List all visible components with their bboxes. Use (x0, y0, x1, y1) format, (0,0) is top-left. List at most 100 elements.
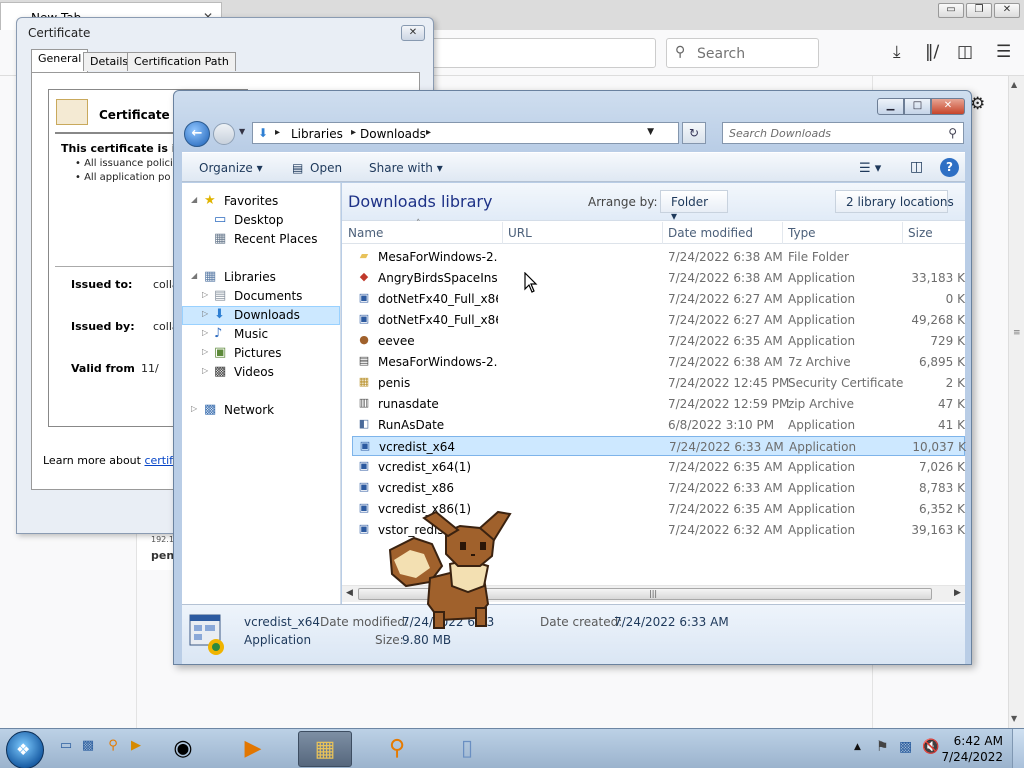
url-bar[interactable] (428, 38, 656, 68)
action-center-icon[interactable]: ⚑ (876, 739, 889, 755)
explorer-minimize-button[interactable]: ▁ (877, 98, 904, 115)
breadcrumb-downloads[interactable]: Downloads (360, 127, 426, 141)
column-divider[interactable] (662, 222, 663, 244)
nav-downloads[interactable]: ▷ ⬇ Downloads (182, 306, 340, 325)
file-row[interactable]: ◆ AngryBirdsSpaceIns... 7/24/2022 6:38 AM A… (352, 268, 965, 288)
breadcrumb-separator-icon[interactable]: ▸ (426, 127, 431, 138)
preview-pane-icon[interactable]: ◫ (910, 159, 923, 175)
explorer-close-button[interactable]: ✕ (931, 98, 965, 115)
scroll-down-icon[interactable]: ▼ (1011, 714, 1017, 723)
nav-libraries[interactable]: ◢ ▦ Libraries (182, 268, 340, 287)
tab-general[interactable]: General (31, 49, 89, 72)
nav-desktop[interactable]: ▭ Desktop (182, 211, 340, 230)
download-icon[interactable]: ⤓ (893, 42, 901, 62)
column-divider[interactable] (782, 222, 783, 244)
collapse-arrow-icon[interactable]: ◢ (191, 195, 197, 204)
file-row[interactable]: ▰ MesaForWindows-2... 7/24/2022 6:38 AM Fil… (352, 247, 965, 267)
taskbar-raccoon-app[interactable]: ◉ (156, 731, 210, 767)
expand-arrow-icon[interactable]: ▷ (202, 290, 208, 299)
arrange-by-dropdown[interactable]: Folder ▾ (660, 190, 728, 223)
file-row[interactable]: ● eevee 7/24/2022 6:35 AM Application 729 K (352, 331, 965, 351)
clock-time[interactable]: 6:42 AM (951, 734, 1003, 748)
nav-recent-places[interactable]: ▦ Recent Places (182, 230, 340, 249)
address-dropdown-icon[interactable]: ▼ (647, 127, 654, 137)
open-button[interactable]: Open (310, 161, 342, 175)
nav-documents[interactable]: ▷ ▤ Documents (182, 287, 340, 306)
library-icon[interactable]: ‖∕ (925, 42, 939, 62)
back-button[interactable]: ← (184, 121, 210, 147)
file-row[interactable]: ▥ runasdate 7/24/2022 12:59 PM zip Archive 4… (352, 394, 965, 414)
column-url[interactable]: URL (508, 226, 532, 240)
column-name[interactable]: Name (348, 226, 383, 240)
browser-minimize-button[interactable]: ▭ (938, 3, 964, 18)
file-row[interactable]: ▣ vcredist_x86 7/24/2022 6:33 AM Applicatio… (352, 478, 965, 498)
show-desktop-icon[interactable]: ▭ (58, 738, 74, 754)
expand-arrow-icon[interactable]: ▷ (202, 328, 208, 337)
search-input[interactable]: Search Downloads ⚲ (722, 122, 964, 144)
browser-close-button[interactable]: ✕ (994, 3, 1020, 18)
scroll-up-icon[interactable]: ▲ (1011, 80, 1017, 89)
nav-music[interactable]: ▷ ♪ Music (182, 325, 340, 344)
column-size[interactable]: Size (908, 226, 933, 240)
file-row[interactable]: ▣ dotNetFx40_Full_x86... 7/24/2022 6:27 AM… (352, 310, 965, 330)
expand-arrow-icon[interactable]: ▷ (202, 366, 208, 375)
recent-pages-icon[interactable]: ▼ (239, 127, 245, 136)
file-row[interactable]: ▦ penis 7/24/2022 12:45 PM Security Certifi… (352, 373, 965, 393)
taskbar-media-player[interactable]: ▶ (226, 731, 280, 767)
expand-arrow-icon[interactable]: ▷ (202, 347, 208, 356)
taskbar-document-app[interactable]: ▯ (440, 731, 494, 767)
file-row[interactable]: ▣ dotNetFx40_Full_x86... 7/24/2022 6:27 AM… (352, 289, 965, 309)
browser-search-box[interactable]: ⚲ Search (666, 38, 819, 68)
expand-arrow-icon[interactable]: ▷ (202, 309, 208, 318)
browser-scrollbar[interactable] (1008, 76, 1024, 728)
column-type[interactable]: Type (788, 226, 816, 240)
address-bar[interactable]: ⬇ ▸ Libraries ▸ Downloads ▸ ▼ (252, 122, 679, 144)
breadcrumb-separator-icon[interactable]: ▸ (275, 127, 280, 138)
scroll-grip-icon[interactable]: ≡ (1013, 328, 1021, 338)
switch-windows-icon[interactable]: ▩ (80, 738, 96, 754)
clock-date[interactable]: 7/24/2022 (938, 750, 1003, 764)
column-divider[interactable] (502, 222, 503, 244)
browser-restore-button[interactable]: ❐ (966, 3, 992, 18)
breadcrumb-separator-icon[interactable]: ▸ (351, 127, 356, 138)
breadcrumb-libraries[interactable]: Libraries (291, 127, 343, 141)
show-hidden-icons-icon[interactable]: ▲ (854, 742, 861, 752)
explorer-maximize-button[interactable]: □ (904, 98, 931, 115)
taskbar-explorer[interactable]: ▦ (298, 731, 352, 767)
file-row[interactable]: ◧ RunAsDate 6/8/2022 3:10 PM Application 41 … (352, 415, 965, 435)
file-name: RunAsDate (378, 418, 445, 432)
search-quicklaunch-icon[interactable]: ⚲ (105, 738, 121, 754)
taskbar-search-app[interactable]: ⚲ (370, 731, 424, 767)
collapse-arrow-icon[interactable]: ◢ (191, 271, 197, 280)
file-row[interactable]: ▣ vcredist_x64 7/24/2022 6:33 AM Applicatio… (352, 436, 966, 456)
column-date-modified[interactable]: Date modified (668, 226, 753, 240)
share-with-button[interactable]: Share with ▾ (369, 161, 443, 175)
library-locations-button[interactable]: 2 library locations (835, 190, 954, 213)
nav-videos[interactable]: ▷ ▩ Videos (182, 363, 340, 382)
refresh-button[interactable]: ↻ (682, 122, 706, 144)
show-desktop-button[interactable] (1012, 729, 1024, 768)
dialog-close-button[interactable]: ✕ (401, 25, 425, 41)
change-view-icon[interactable]: ☰ ▾ (859, 161, 881, 176)
file-date-modified: 7/24/2022 12:59 PM (668, 397, 790, 411)
file-row[interactable]: ▣ vcredist_x64(1) 7/24/2022 6:35 AM Applica… (352, 457, 965, 477)
volume-muted-icon[interactable]: 🔇 (922, 739, 939, 755)
tab-certification-path[interactable]: Certification Path (127, 52, 236, 71)
menu-icon[interactable]: ☰ (996, 42, 1011, 62)
help-button[interactable]: ? (940, 158, 959, 177)
start-button[interactable]: ❖ (6, 731, 44, 768)
nav-network[interactable]: ▷ ▩ Network (182, 401, 340, 420)
scroll-right-icon[interactable]: ▶ (954, 588, 961, 598)
nav-pictures[interactable]: ▷ ▣ Pictures (182, 344, 340, 363)
nav-favorites[interactable]: ◢ ★ Favorites (182, 192, 340, 211)
sidebar-icon[interactable]: ◫ (957, 42, 973, 62)
column-divider[interactable] (902, 222, 903, 244)
file-row[interactable]: ▤ MesaForWindows-2... 7/24/2022 6:38 AM 7z … (352, 352, 965, 372)
scroll-left-icon[interactable]: ◀ (346, 588, 353, 598)
organize-button[interactable]: Organize ▾ (199, 161, 263, 175)
gear-icon[interactable]: ⚙ (970, 94, 985, 114)
network-icon[interactable]: ▩ (899, 739, 912, 755)
forward-button[interactable] (213, 123, 235, 145)
expand-arrow-icon[interactable]: ▷ (191, 404, 197, 413)
media-quicklaunch-icon[interactable]: ▶ (128, 738, 144, 754)
